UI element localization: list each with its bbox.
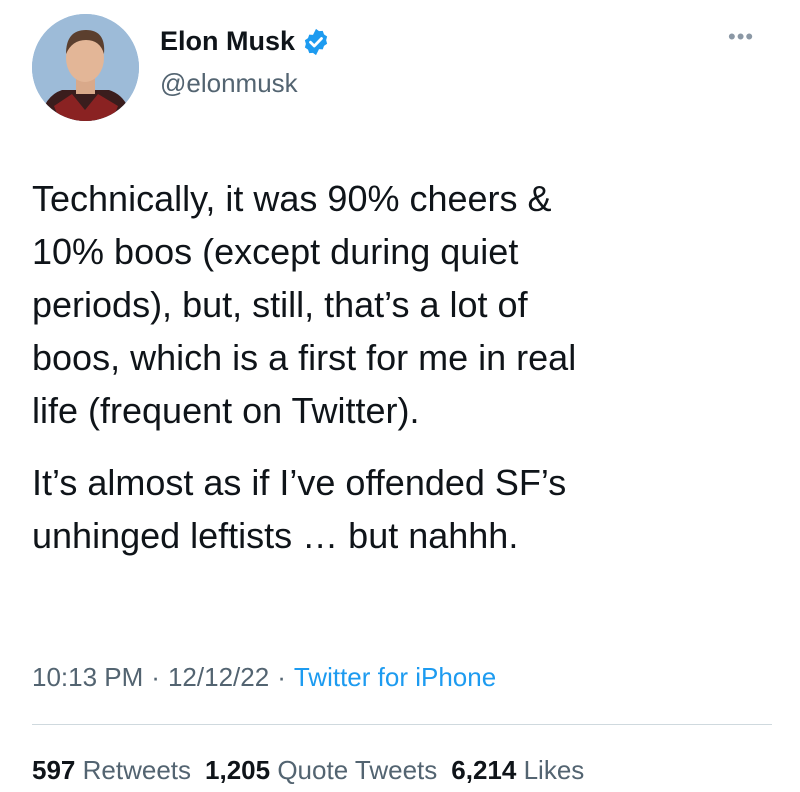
tweet-paragraph: Technically, it was 90% cheers & 10% boo…: [32, 178, 577, 431]
tweet-metadata: 10:13 PM · 12/12/22 · Twitter for iPhone: [32, 662, 496, 693]
retweets-stat[interactable]: 597 Retweets: [32, 755, 191, 785]
avatar-image: [32, 14, 139, 121]
likes-label: Likes: [523, 755, 585, 785]
more-options-icon[interactable]: •••: [728, 26, 754, 48]
quote-tweets-label: Quote Tweets: [277, 755, 438, 785]
avatar[interactable]: [32, 14, 139, 121]
engagement-stats: 597 Retweets 1,205 Quote Tweets 6,214 Like…: [32, 755, 598, 786]
likes-stat[interactable]: 6,214 Likes: [451, 755, 584, 785]
tweet-source-link[interactable]: Twitter for iPhone: [294, 662, 496, 692]
verified-badge-icon: [301, 27, 331, 57]
tweet-paragraph: It’s almost as if I’ve offended SF’s unh…: [32, 462, 567, 556]
meta-separator: ·: [151, 662, 160, 692]
author-name[interactable]: Elon Musk: [160, 26, 295, 57]
meta-separator: ·: [277, 662, 286, 692]
retweets-count: 597: [32, 755, 76, 785]
tweet-time[interactable]: 10:13 PM: [32, 662, 143, 692]
tweet-date[interactable]: 12/12/22: [168, 662, 269, 692]
author-handle[interactable]: @elonmusk: [160, 68, 298, 99]
likes-count: 6,214: [451, 755, 517, 785]
author-name-row[interactable]: Elon Musk: [160, 26, 331, 57]
retweets-label: Retweets: [82, 755, 192, 785]
divider: [32, 724, 772, 725]
tweet-body: Technically, it was 90% cheers & 10% boo…: [32, 172, 772, 562]
quote-tweets-stat[interactable]: 1,205 Quote Tweets: [205, 755, 437, 785]
quote-tweets-count: 1,205: [205, 755, 271, 785]
